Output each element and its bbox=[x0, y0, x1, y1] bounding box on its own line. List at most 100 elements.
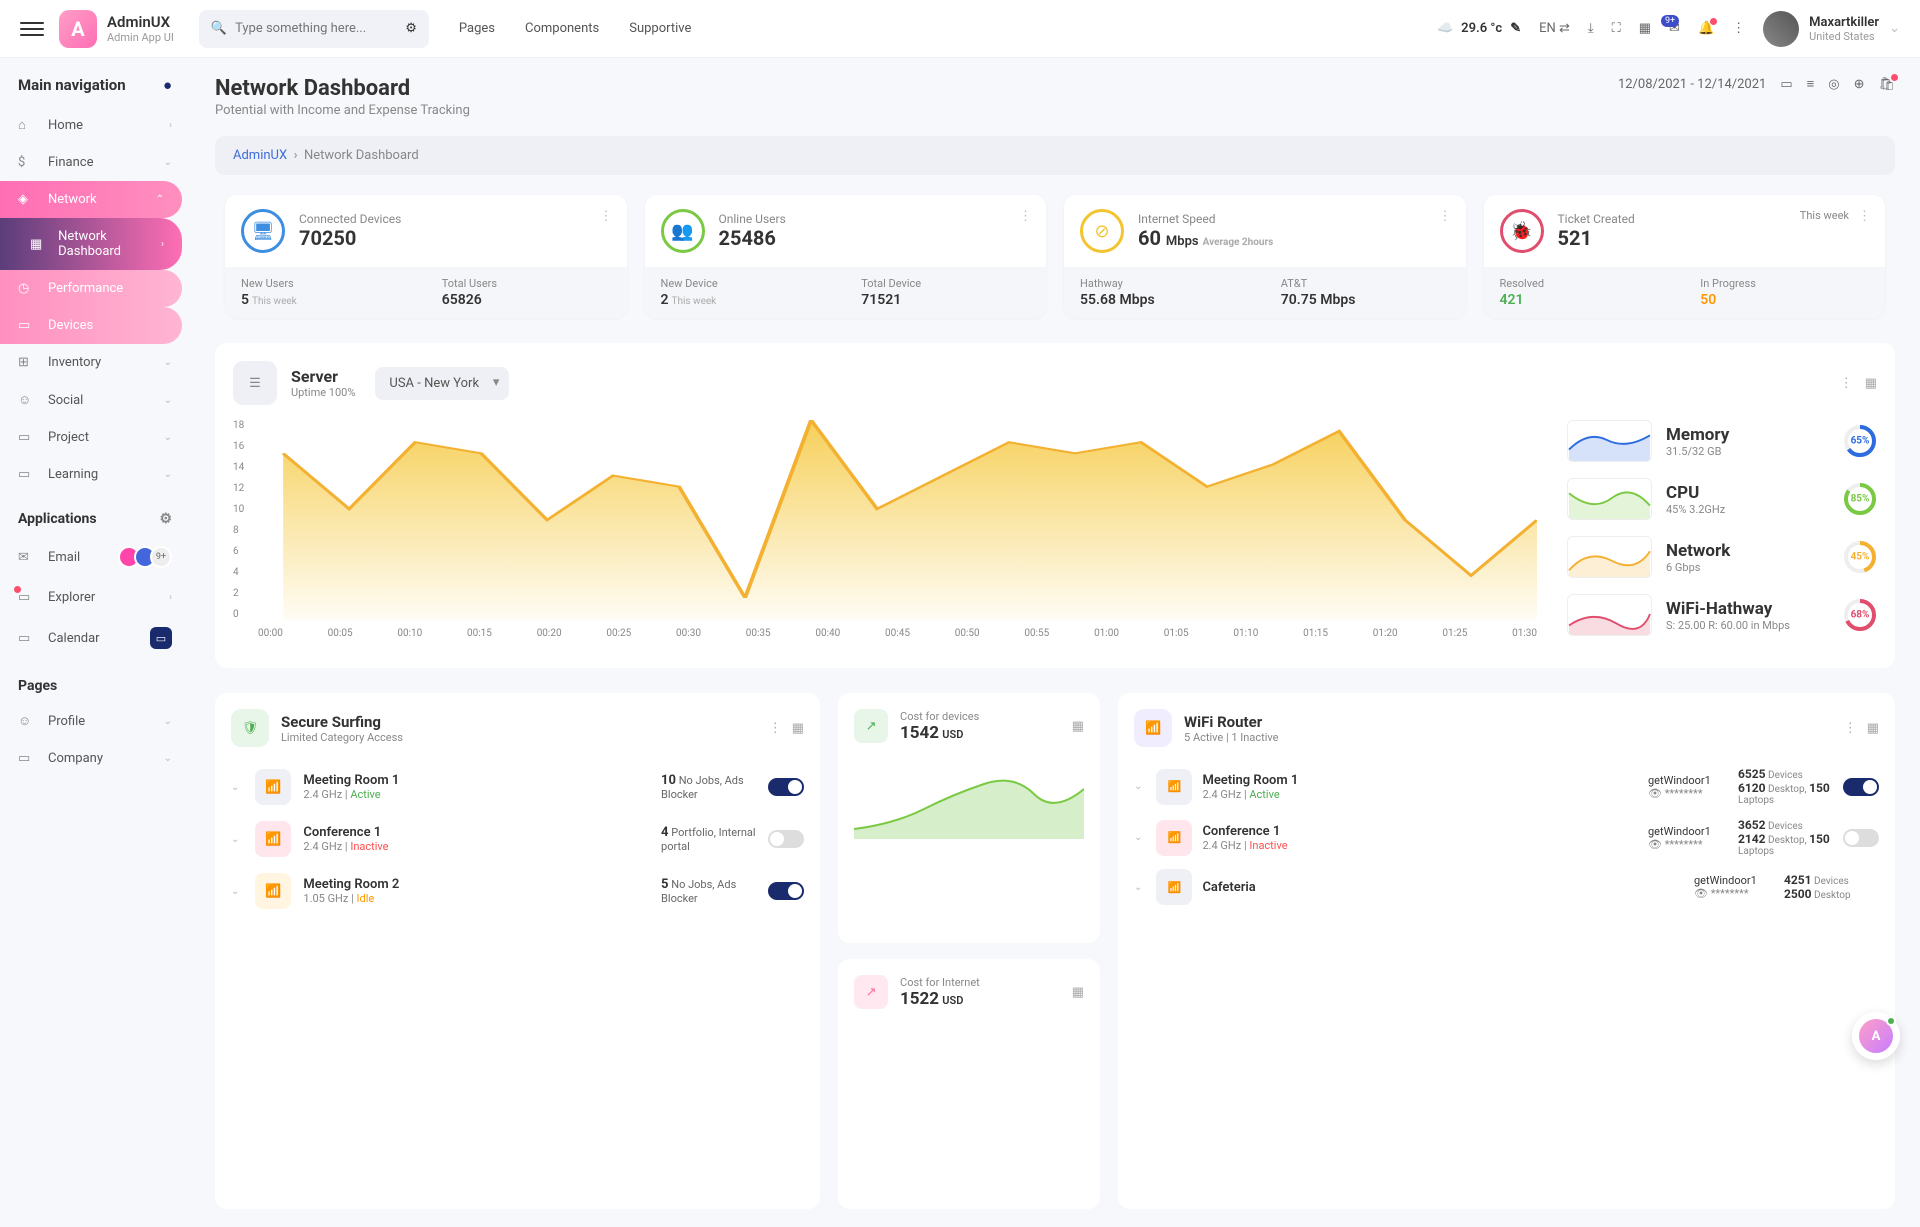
calendar-icon[interactable]: ▭ bbox=[1780, 77, 1792, 92]
nav-supportive[interactable]: Supportive bbox=[629, 21, 691, 36]
more-icon[interactable]: ⋮ bbox=[1019, 209, 1032, 224]
sidebar-item-profile[interactable]: ☺Profile⌄ bbox=[0, 702, 190, 740]
breadcrumb-root[interactable]: AdminUX bbox=[233, 148, 287, 163]
nav-pages[interactable]: Pages bbox=[459, 21, 495, 36]
user-menu[interactable]: Maxartkiller United States ⌄ bbox=[1763, 11, 1900, 47]
breadcrumb: AdminUX › Network Dashboard bbox=[215, 136, 1895, 175]
settings-icon[interactable]: ⚙ bbox=[159, 511, 172, 527]
toggle[interactable] bbox=[768, 778, 804, 796]
lang-switch[interactable]: EN ⇄ bbox=[1539, 21, 1570, 36]
chevron-down-icon: ⌄ bbox=[164, 716, 172, 727]
sidebar-item-email[interactable]: ✉Email 9+ bbox=[0, 535, 190, 579]
search-input[interactable] bbox=[235, 21, 405, 36]
sidebar-item-social[interactable]: ☺Social⌄ bbox=[0, 381, 190, 419]
grid-icon[interactable]: ▦ bbox=[1867, 721, 1879, 736]
sidebar-item-inventory[interactable]: ⊞Inventory⌄ bbox=[0, 344, 190, 381]
email-avatars: 9+ bbox=[124, 546, 172, 568]
stat-icon: 👥 bbox=[661, 209, 705, 253]
filter-icon[interactable]: ⚙ bbox=[405, 21, 417, 36]
edit-icon[interactable]: ✎ bbox=[1510, 21, 1521, 36]
fab-button[interactable]: A bbox=[1852, 1012, 1900, 1060]
cloud-download-icon[interactable]: ⤓ bbox=[1588, 21, 1594, 36]
search-box[interactable]: 🔍 ⚙ bbox=[199, 10, 429, 48]
chevron-down-icon[interactable]: ⌄ bbox=[231, 886, 239, 897]
filter-icon[interactable]: ≡ bbox=[1807, 76, 1815, 92]
grid-icon[interactable]: ▦ bbox=[1072, 719, 1084, 734]
brand-subtitle: Admin App UI bbox=[107, 31, 174, 44]
more-icon[interactable]: ⋮ bbox=[600, 209, 613, 224]
bell-icon[interactable]: 🔔 bbox=[1698, 21, 1714, 36]
globe-icon[interactable]: ⊕ bbox=[1854, 77, 1865, 92]
sidebar-item-devices[interactable]: ▭Devices bbox=[0, 307, 182, 344]
stat-card: ⊘ Internet Speed 60 MbpsAverage 2hours ⋮… bbox=[1064, 195, 1466, 318]
sidebar-item-company[interactable]: ▭Company⌄ bbox=[0, 740, 190, 777]
notif-dot bbox=[1710, 18, 1717, 25]
chevron-down-icon[interactable]: ⌄ bbox=[1134, 882, 1142, 893]
more-icon[interactable]: ⋮ bbox=[769, 721, 782, 736]
sidebar-item-calendar[interactable]: ▭Calendar▭ bbox=[0, 616, 190, 660]
sidebar-item-finance[interactable]: $Finance⌄ bbox=[0, 144, 190, 181]
weather: ☁️ 29.6 °c ✎ bbox=[1437, 21, 1521, 36]
wifi-row: ⌄ 📶 Conference 1 2.4 GHz | Inactive getW… bbox=[1134, 812, 1879, 863]
calendar-icon: ▭ bbox=[18, 631, 36, 646]
brand-logo[interactable]: A bbox=[59, 10, 97, 48]
toggle[interactable] bbox=[1843, 778, 1879, 796]
chevron-down-icon[interactable]: ⌄ bbox=[1134, 781, 1142, 792]
apps-icon[interactable]: ▦ bbox=[1639, 21, 1651, 36]
cost-devices-card: ↗ Cost for devices 1542 USD ▦ bbox=[838, 693, 1100, 943]
chevron-right-icon: › bbox=[169, 592, 172, 603]
sidebar-item-explorer[interactable]: ▭Explorer› bbox=[0, 579, 190, 616]
toggle[interactable] bbox=[768, 882, 804, 900]
menu-toggle[interactable] bbox=[20, 17, 44, 41]
calendar-badge: ▭ bbox=[150, 627, 172, 649]
sidebar-item-network-dashboard[interactable]: ▦Network Dashboard› bbox=[0, 218, 182, 270]
box-icon: ⊞ bbox=[18, 355, 36, 370]
cart-icon[interactable]: 🛍 bbox=[1878, 77, 1895, 92]
chevron-down-icon[interactable]: ⌄ bbox=[231, 782, 239, 793]
progress-ring: 65% bbox=[1843, 424, 1877, 458]
stat-icon: ⊘ bbox=[1080, 209, 1124, 253]
target-icon[interactable]: ◎ bbox=[1828, 77, 1839, 92]
arrow-up-icon: ↗ bbox=[854, 709, 888, 743]
sparkline bbox=[1567, 478, 1652, 520]
cost-label: Cost for Internet bbox=[900, 976, 980, 989]
chevron-down-icon: ⌄ bbox=[164, 469, 172, 480]
gauge-icon: ◷ bbox=[18, 281, 36, 296]
toggle[interactable] bbox=[768, 830, 804, 848]
people-icon: ☺ bbox=[18, 392, 36, 408]
cloud-icon: ☁️ bbox=[1437, 21, 1453, 36]
more-icon[interactable]: ⋮ bbox=[1439, 209, 1452, 224]
grid-icon[interactable]: ▦ bbox=[1865, 376, 1877, 391]
fullscreen-icon[interactable]: ⛶ bbox=[1612, 21, 1621, 36]
sidebar-item-project[interactable]: ▭Project⌄ bbox=[0, 419, 190, 456]
metric-row: CPU45% 3.2GHz 85% bbox=[1567, 478, 1877, 520]
server-title: Server bbox=[291, 367, 355, 386]
cost-internet-card: ↗ Cost for Internet 1522 USD ▦ bbox=[838, 959, 1100, 1209]
server-location-select[interactable]: USA - New York bbox=[375, 367, 509, 400]
nav-components[interactable]: Components bbox=[525, 21, 599, 36]
daterange[interactable]: 12/08/2021 - 12/14/2021 bbox=[1618, 77, 1766, 92]
chevron-down-icon[interactable]: ⌄ bbox=[1134, 832, 1142, 843]
wifi-icon: 📶 bbox=[1134, 709, 1172, 747]
sidebar-item-home[interactable]: ⌂Home› bbox=[0, 106, 190, 144]
sidebar-item-performance[interactable]: ◷Performance bbox=[0, 270, 182, 307]
user-name: Maxartkiller bbox=[1809, 15, 1879, 30]
messages-icon[interactable]: ✉9+ bbox=[1669, 21, 1680, 36]
mail-icon: ✉ bbox=[18, 550, 36, 565]
grid-icon[interactable]: ▦ bbox=[1072, 985, 1084, 1000]
server-card: ☰ Server Uptime 100% USA - New York ⋮ ▦ … bbox=[215, 343, 1895, 668]
more-icon[interactable]: ⋮ bbox=[1858, 209, 1871, 224]
more-icon[interactable]: ⋮ bbox=[1732, 21, 1745, 36]
more-icon[interactable]: ⋮ bbox=[1844, 721, 1857, 736]
device-icon: ▭ bbox=[18, 318, 36, 333]
building-icon: ▭ bbox=[18, 751, 36, 766]
sidebar-item-learning[interactable]: ▭Learning⌄ bbox=[0, 456, 190, 493]
grid-icon[interactable]: ▦ bbox=[792, 721, 804, 736]
chevron-down-icon[interactable]: ⌄ bbox=[231, 834, 239, 845]
sidebar-item-network[interactable]: ◈Network⌃ bbox=[0, 181, 182, 218]
cost-label: Cost for devices bbox=[900, 710, 979, 723]
toggle[interactable] bbox=[1843, 829, 1879, 847]
more-icon[interactable]: ⋮ bbox=[1840, 376, 1853, 391]
user-circle-icon[interactable]: ● bbox=[163, 76, 172, 94]
chevron-up-icon: ⌃ bbox=[156, 194, 164, 205]
